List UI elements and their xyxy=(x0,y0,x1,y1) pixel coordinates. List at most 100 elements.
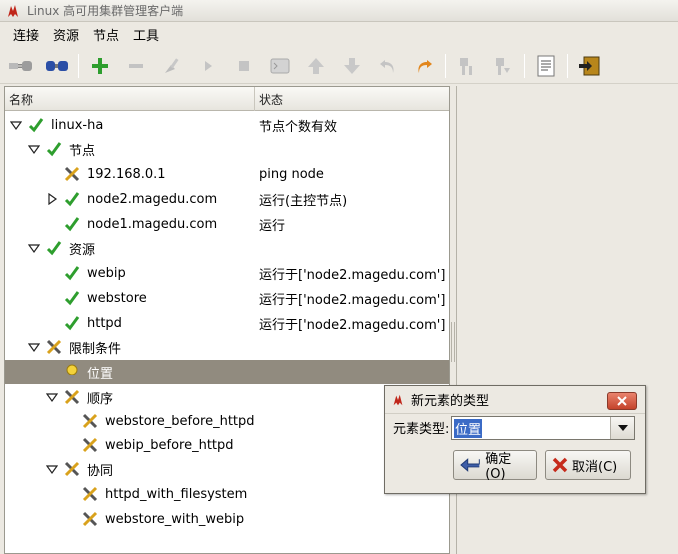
column-name-header[interactable]: 名称 xyxy=(5,87,255,111)
element-type-label: 元素类型: xyxy=(393,422,450,437)
cleanup-button[interactable] xyxy=(157,51,187,81)
minus-icon xyxy=(129,63,143,68)
cancel-button[interactable]: 取消(C) xyxy=(545,450,631,480)
dropdown-arrow-button[interactable] xyxy=(610,417,634,439)
menu-connect[interactable]: 连接 xyxy=(6,23,46,46)
expander-expanded-icon[interactable] xyxy=(27,142,41,156)
arrow-down-icon xyxy=(344,57,360,74)
plus-icon xyxy=(92,57,108,74)
cancel-icon xyxy=(552,457,568,473)
play-icon xyxy=(205,60,212,71)
tree-row[interactable]: webip 运行于['node2.magedu.com'] xyxy=(5,261,449,285)
tree-row-label: 节点 xyxy=(69,143,96,159)
tree-row[interactable]: webstore_with_webip xyxy=(5,507,449,531)
tree-row-label: 192.168.0.1 xyxy=(87,166,166,182)
title-bar: Linux 高可用集群管理客户端 xyxy=(0,0,678,22)
chevron-down-icon xyxy=(617,425,628,431)
tree-row[interactable]: webstore 运行于['node2.magedu.com'] xyxy=(5,286,449,310)
redo-button[interactable] xyxy=(409,51,439,81)
tree-row-label: 顺序 xyxy=(87,391,114,407)
tree-row[interactable]: node1.magedu.com 运行 xyxy=(5,212,449,236)
console-button[interactable] xyxy=(265,51,295,81)
toolbar-separator xyxy=(567,53,568,78)
check-icon xyxy=(27,116,45,134)
tree-row-selected[interactable]: 位置 xyxy=(5,360,449,384)
broom-icon xyxy=(165,57,179,73)
start-button[interactable] xyxy=(193,51,223,81)
check-icon xyxy=(63,264,81,282)
expander-collapsed-icon[interactable] xyxy=(45,192,59,206)
tree-row-status: 运行于['node2.magedu.com'] xyxy=(259,317,446,333)
linux-ha-icon xyxy=(393,394,403,405)
log-button[interactable] xyxy=(531,51,561,81)
tree-row[interactable]: httpd 运行于['node2.magedu.com'] xyxy=(5,311,449,335)
column-status-header[interactable]: 状态 xyxy=(255,87,449,111)
remove-button[interactable] xyxy=(121,51,151,81)
tools-icon xyxy=(81,485,99,503)
stop-button[interactable] xyxy=(229,51,259,81)
tree-row-label: 限制条件 xyxy=(69,341,122,357)
tree-row-label: webip_before_httpd xyxy=(105,437,234,453)
expander-expanded-icon[interactable] xyxy=(9,118,23,132)
redo-icon xyxy=(418,59,432,73)
tree-row[interactable]: linux-ha 节点个数有效 xyxy=(5,113,449,137)
move-up-button[interactable] xyxy=(301,51,331,81)
element-type-row: 元素类型: xyxy=(393,418,449,437)
tree-row-status: 运行于['node2.magedu.com'] xyxy=(259,267,446,283)
tree-row[interactable]: 节点 xyxy=(5,137,449,161)
ok-button[interactable]: 确定(O) xyxy=(453,450,537,482)
arrow-up-icon xyxy=(308,57,324,74)
check-icon xyxy=(45,239,63,257)
add-button[interactable] xyxy=(85,51,115,81)
close-icon xyxy=(617,396,627,406)
expander-expanded-icon[interactable] xyxy=(27,241,41,255)
tree-row-status: 运行(主控节点) xyxy=(259,193,348,209)
tools-icon xyxy=(63,165,81,183)
tree-row[interactable]: 192.168.0.1 ping node xyxy=(5,162,449,186)
expander-expanded-icon[interactable] xyxy=(45,390,59,404)
tree-row-label: linux-ha xyxy=(51,117,104,133)
menu-tools[interactable]: 工具 xyxy=(126,23,166,46)
menu-nodes[interactable]: 节点 xyxy=(86,23,126,46)
tools-icon xyxy=(81,412,99,430)
tree-row-status: 运行 xyxy=(259,218,286,234)
toolbar-separator xyxy=(524,53,525,78)
splitter-grip[interactable] xyxy=(451,322,455,362)
tree-row[interactable]: 限制条件 xyxy=(5,335,449,359)
undo-button[interactable] xyxy=(373,51,403,81)
connect-button[interactable] xyxy=(6,51,36,81)
exit-icon xyxy=(579,56,600,75)
standby-button[interactable] xyxy=(452,51,482,81)
menu-bar: 连接 资源 节点 工具 xyxy=(0,22,678,46)
expander-expanded-icon[interactable] xyxy=(45,462,59,476)
tree-row[interactable]: node2.magedu.com 运行(主控节点) xyxy=(5,187,449,211)
cancel-button-label: 取消(C) xyxy=(572,459,618,475)
check-icon xyxy=(63,314,81,332)
close-button[interactable] xyxy=(607,392,637,410)
undo-icon xyxy=(380,59,394,73)
expander-expanded-icon[interactable] xyxy=(27,340,41,354)
tree-row[interactable]: 资源 xyxy=(5,236,449,260)
ok-icon xyxy=(460,458,480,472)
check-icon xyxy=(63,289,81,307)
active-button[interactable] xyxy=(488,51,518,81)
connect-icon xyxy=(9,60,32,71)
window-title: Linux 高可用集群管理客户端 xyxy=(27,4,184,18)
disconnect-button[interactable] xyxy=(42,51,72,81)
tree-row-label: webstore_with_webip xyxy=(105,511,245,527)
tree-row-label: node2.magedu.com xyxy=(87,191,218,207)
dialog-title: 新元素的类型 xyxy=(411,394,490,409)
move-down-button[interactable] xyxy=(337,51,367,81)
stop-icon xyxy=(239,60,249,71)
tree-header: 名称 状态 xyxy=(5,87,449,111)
element-type-select[interactable]: 位置 xyxy=(451,416,635,440)
menu-resources[interactable]: 资源 xyxy=(46,23,86,46)
tree-row-label: webstore_before_httpd xyxy=(105,413,255,429)
toolbar-separator xyxy=(78,53,79,78)
tree-row-status: 运行于['node2.magedu.com'] xyxy=(259,292,446,308)
exit-button[interactable] xyxy=(574,51,604,81)
active-icon xyxy=(496,57,510,75)
toolbar-separator xyxy=(445,53,446,78)
document-icon xyxy=(537,55,555,76)
check-icon xyxy=(45,140,63,158)
